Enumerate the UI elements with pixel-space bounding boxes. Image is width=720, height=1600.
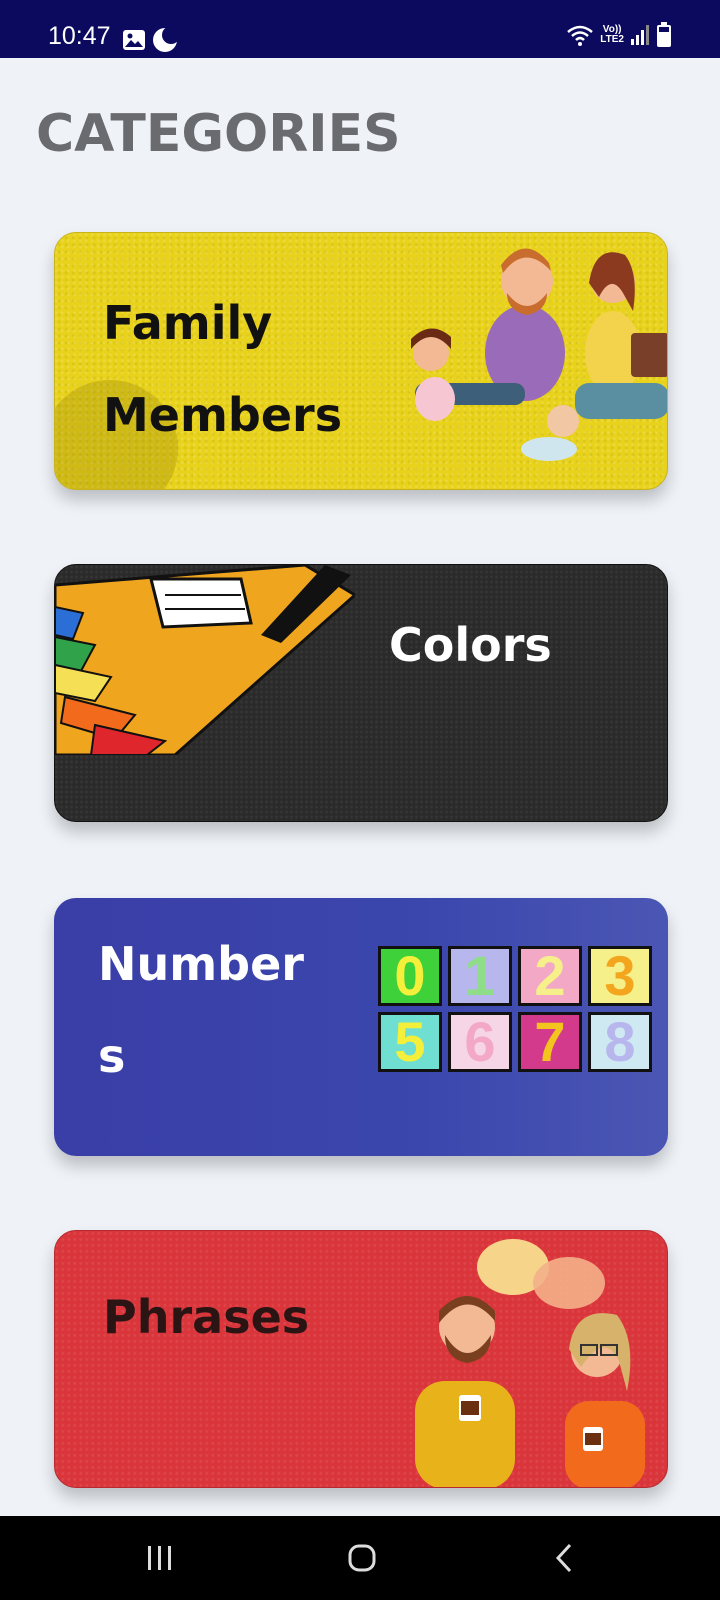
status-bar: 10:47 Vo)) LTE2 <box>0 0 720 58</box>
category-card-numbers[interactable]: Number s 0 1 2 3 5 6 7 8 <box>54 898 668 1156</box>
card-label-line1: Number <box>98 937 304 991</box>
digit-block: 6 <box>448 1012 512 1072</box>
home-button[interactable] <box>302 1516 422 1600</box>
digit-block: 0 <box>378 946 442 1006</box>
card-label-line1: Phrases <box>103 1290 310 1344</box>
family-illustration <box>411 248 667 461</box>
card-label-line1: Family <box>103 296 273 350</box>
gallery-icon <box>123 30 145 50</box>
navigation-bar <box>0 1516 720 1600</box>
moon-icon <box>153 27 178 52</box>
signal-icon <box>631 25 649 45</box>
category-card-colors[interactable]: Colors <box>54 564 668 822</box>
digit-block: 2 <box>518 946 582 1006</box>
page-title: CATEGORIES <box>36 104 401 164</box>
digit-block: 7 <box>518 1012 582 1072</box>
back-button[interactable] <box>504 1516 624 1600</box>
wifi-icon <box>567 25 594 46</box>
number-blocks-illustration: 0 1 2 3 5 6 7 8 <box>378 946 662 1072</box>
network-type-label: Vo)) LTE2 <box>600 24 624 45</box>
card-label-line2: s <box>98 1029 126 1083</box>
status-time: 10:47 <box>48 22 111 50</box>
digit-block: 3 <box>588 946 652 1006</box>
back-icon <box>555 1543 572 1573</box>
recent-apps-icon <box>148 1546 171 1570</box>
talking-people-illustration <box>415 1239 645 1487</box>
battery-icon <box>657 22 671 47</box>
category-card-family-members[interactable]: Family Members <box>54 232 668 490</box>
category-card-phrases[interactable]: Phrases <box>54 1230 668 1488</box>
card-label-line1: Colors <box>389 618 552 672</box>
card-label-line2: Members <box>103 388 343 442</box>
digit-block: 5 <box>378 1012 442 1072</box>
digit-row-1: 0 1 2 3 <box>378 946 662 1006</box>
digit-row-2: 5 6 7 8 <box>378 1012 662 1072</box>
digit-block: 1 <box>448 946 512 1006</box>
home-icon <box>348 1544 376 1572</box>
digit-block: 8 <box>588 1012 652 1072</box>
crayon-box-illustration <box>55 565 355 755</box>
recent-apps-button[interactable] <box>100 1516 220 1600</box>
